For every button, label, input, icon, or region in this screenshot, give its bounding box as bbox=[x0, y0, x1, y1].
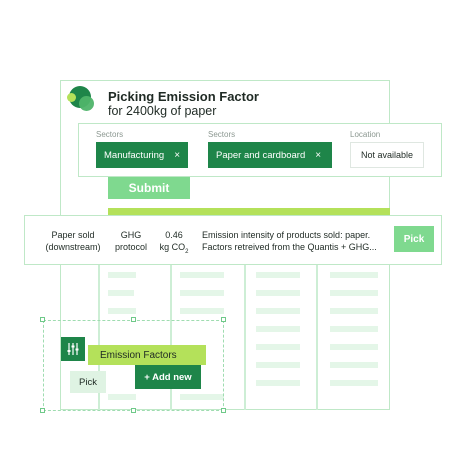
table-cell-placeholder bbox=[108, 272, 136, 278]
location-select[interactable]: Not available bbox=[350, 142, 424, 168]
logo-icon-part bbox=[79, 96, 94, 111]
description-line: Emission intensity of products sold: pap… bbox=[202, 230, 371, 240]
add-new-button[interactable]: + Add new bbox=[135, 365, 201, 389]
table-cell-placeholder bbox=[256, 290, 300, 296]
emission-factors-pick-button[interactable]: Pick bbox=[70, 371, 106, 393]
value-number: 0.46 bbox=[165, 230, 183, 240]
resize-handle[interactable] bbox=[40, 408, 45, 413]
table-cell-placeholder bbox=[330, 308, 378, 314]
close-icon[interactable]: × bbox=[315, 150, 321, 161]
table-cell-placeholder bbox=[108, 308, 136, 314]
resize-handle[interactable] bbox=[40, 317, 45, 322]
window-subtitle: for 2400kg of paper bbox=[108, 104, 217, 118]
unit-text: kg CO bbox=[159, 242, 186, 252]
resize-handle[interactable] bbox=[131, 317, 136, 322]
table-cell-placeholder bbox=[330, 326, 378, 332]
table-cell-placeholder bbox=[256, 308, 300, 314]
value-cell: 0.46 kg CO2 bbox=[156, 229, 192, 258]
sliders-icon-svg bbox=[67, 343, 79, 355]
chip-label: Paper and cardboard bbox=[216, 149, 306, 161]
unit-subscript: 2 bbox=[185, 248, 189, 255]
table-cell-placeholder bbox=[256, 380, 300, 386]
value-unit: kg CO2 bbox=[156, 241, 192, 258]
location-label: Location bbox=[350, 130, 381, 139]
emission-factors-label: Emission Factors bbox=[88, 345, 206, 365]
emission-factors-text: Emission Factors bbox=[100, 349, 177, 361]
table-cell-placeholder bbox=[256, 344, 300, 350]
table-cell-placeholder bbox=[256, 272, 300, 278]
activity-line: Paper sold bbox=[51, 230, 95, 240]
table-cell-placeholder bbox=[256, 362, 300, 368]
chip-label: Manufacturing bbox=[104, 149, 165, 161]
description-cell: Emission intensity of products sold: pap… bbox=[202, 229, 390, 253]
sliders-icon bbox=[61, 337, 85, 361]
table-cell-placeholder bbox=[330, 362, 378, 368]
pick-button[interactable]: Pick bbox=[394, 226, 434, 252]
table-cell-placeholder bbox=[330, 272, 378, 278]
sectors-label-2: Sectors bbox=[208, 130, 236, 139]
chip-manufacturing[interactable]: Manufacturing × bbox=[96, 142, 188, 168]
resize-handle[interactable] bbox=[131, 408, 136, 413]
source-line: protocol bbox=[114, 242, 148, 252]
description-line: Factors retreived from the Quantis + GHG… bbox=[202, 242, 377, 252]
source-line: GHG bbox=[120, 230, 142, 240]
sectors-label: Sectors bbox=[96, 130, 124, 139]
activity-cell: Paper sold (downstream) bbox=[38, 229, 108, 253]
table-cell-placeholder bbox=[256, 326, 300, 332]
window-title: Picking Emission Factor bbox=[108, 89, 259, 104]
table-column-divider bbox=[244, 265, 246, 410]
table-cell-placeholder bbox=[108, 290, 134, 296]
logo-icon-accent bbox=[67, 93, 76, 102]
table-column-divider bbox=[316, 265, 318, 410]
table-cell-placeholder bbox=[330, 380, 378, 386]
source-cell: GHG protocol bbox=[108, 229, 154, 253]
table-cell-placeholder bbox=[180, 272, 224, 278]
table-cell-placeholder bbox=[330, 344, 378, 350]
table-cell-placeholder bbox=[180, 308, 224, 314]
table-cell-placeholder bbox=[180, 290, 224, 296]
close-icon[interactable]: × bbox=[174, 150, 180, 161]
activity-line: (downstream) bbox=[45, 242, 101, 252]
chip-paper-and-cardboard[interactable]: Paper and cardboard × bbox=[208, 142, 332, 168]
resize-handle[interactable] bbox=[221, 317, 226, 322]
table-cell-placeholder bbox=[330, 290, 378, 296]
submit-button[interactable]: Submit bbox=[108, 177, 190, 199]
resize-handle[interactable] bbox=[221, 408, 226, 413]
